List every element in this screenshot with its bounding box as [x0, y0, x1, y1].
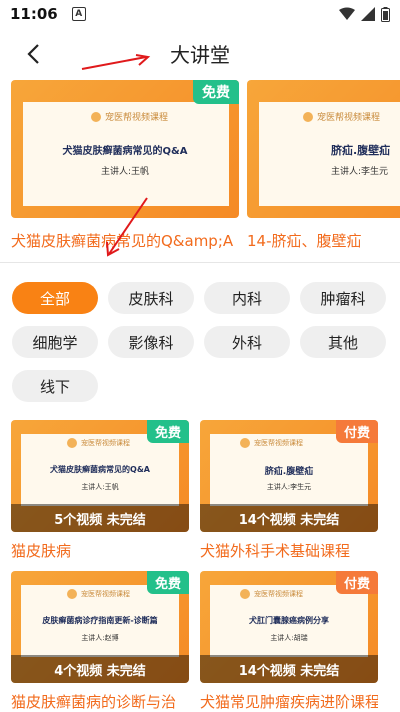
banner-thumbnail: 宠医帮视频课程 脐疝.腹壁疝 主讲人:李生元	[247, 80, 400, 218]
video-count-status: 14个视频 未完结	[200, 655, 378, 683]
video-count-status: 5个视频 未完结	[11, 504, 189, 532]
course-title: 犬猫常见肿瘤疾病进阶课程	[200, 693, 378, 711]
course-card[interactable]: 宠医帮视频课程 皮肤癣菌病诊疗指南更新-诊断篇 主讲人:赵博 免费 4个视频 未…	[11, 571, 189, 712]
annotation-arrow-icon	[106, 197, 148, 257]
status-bar: 11:06 A	[0, 0, 400, 28]
course-thumbnail: 宠医帮视频课程 犬猫皮肤癣菌病常见的Q&A 主讲人:王帆 免费 5个视频 未完结	[11, 420, 189, 532]
video-count-status: 4个视频 未完结	[11, 655, 189, 683]
thumb-heading: 皮肤癣菌病诊疗指南更新-诊断篇	[42, 616, 158, 625]
course-title: 犬猫外科手术基础课程	[200, 542, 351, 560]
filter-chip-imaging[interactable]: 影像科	[108, 326, 194, 358]
page-header: 大讲堂	[0, 28, 400, 78]
filter-chip-cytology[interactable]: 细胞学	[12, 326, 98, 358]
filter-chip-other[interactable]: 其他	[300, 326, 386, 358]
course-logo: 宠医帮视频课程	[303, 110, 380, 123]
filter-chip-oncology[interactable]: 肿瘤科	[300, 282, 386, 314]
course-title: 猫皮肤癣菌病的诊断与治	[11, 693, 177, 711]
filter-chip-internal-medicine[interactable]: 内科	[204, 282, 290, 314]
course-thumbnail: 宠医帮视频课程 皮肤癣菌病诊疗指南更新-诊断篇 主讲人:赵博 免费 4个视频 未…	[11, 571, 189, 683]
thumb-speaker: 主讲人:李生元	[331, 167, 389, 177]
thumb-heading: 犬肛门囊腺癌病例分享	[249, 616, 329, 625]
course-card[interactable]: 宠医帮视频课程 犬猫皮肤癣菌病常见的Q&A 主讲人:王帆 免费 5个视频 未完结…	[11, 420, 189, 561]
filter-chip-surgery[interactable]: 外科	[204, 326, 290, 358]
thumb-heading: 脐疝.腹壁疝	[264, 467, 314, 477]
signal-icon	[361, 7, 375, 21]
thumb-heading: 脐疝.腹壁疝	[331, 144, 391, 157]
course-card[interactable]: 宠医帮视频课程 脐疝.腹壁疝 主讲人:李生元 付费 14个视频 未完结 犬猫外科…	[200, 420, 378, 561]
paid-badge: 付费	[335, 571, 378, 594]
annotation-arrow-icon	[81, 54, 151, 70]
divider	[0, 262, 400, 263]
course-logo: 宠医帮视频课程	[91, 110, 168, 123]
banner-title: 14-脐疝、腹壁疝	[247, 232, 362, 250]
course-title: 猫皮肤病	[11, 542, 72, 560]
banner-carousel[interactable]: 宠医帮视频课程 犬猫皮肤癣菌病常见的Q&A 主讲人:王帆 免费 犬猫皮肤癣菌病常…	[0, 80, 400, 255]
course-logo: 宠医帮视频课程	[67, 589, 130, 599]
thumb-speaker: 主讲人:李生元	[266, 483, 312, 491]
course-thumbnail: 宠医帮视频课程 犬肛门囊腺癌病例分享 主讲人:胡瑞 付费 14个视频 未完结	[200, 571, 378, 683]
status-time: 11:06	[10, 5, 58, 23]
chevron-left-icon	[27, 44, 39, 64]
filter-chip-dermatology[interactable]: 皮肤科	[108, 282, 194, 314]
course-logo: 宠医帮视频课程	[240, 438, 303, 448]
thumb-speaker: 主讲人:胡瑞	[270, 634, 308, 642]
free-badge: 免费	[193, 80, 239, 104]
status-icons	[339, 6, 390, 22]
paid-badge: 付费	[335, 420, 378, 443]
filter-chip-offline[interactable]: 线下	[12, 370, 98, 402]
back-button[interactable]	[18, 40, 48, 68]
thumb-speaker: 主讲人:王帆	[81, 483, 119, 491]
thumb-speaker: 主讲人:王帆	[100, 167, 150, 177]
course-logo: 宠医帮视频课程	[240, 589, 303, 599]
wifi-icon	[339, 7, 355, 20]
free-badge: 免费	[146, 571, 189, 594]
thumb-heading: 犬猫皮肤癣菌病常见的Q&A	[62, 146, 188, 157]
banner-card[interactable]: 宠医帮视频课程 脐疝.腹壁疝 主讲人:李生元 14-脐疝、腹壁疝	[247, 80, 400, 251]
course-card[interactable]: 宠医帮视频课程 犬肛门囊腺癌病例分享 主讲人:胡瑞 付费 14个视频 未完结 犬…	[200, 571, 378, 712]
battery-icon	[381, 6, 390, 22]
video-count-status: 14个视频 未完结	[200, 504, 378, 532]
thumb-speaker: 主讲人:赵博	[81, 634, 119, 642]
thumb-heading: 犬猫皮肤癣菌病常见的Q&A	[50, 465, 150, 474]
course-thumbnail: 宠医帮视频课程 脐疝.腹壁疝 主讲人:李生元 付费 14个视频 未完结	[200, 420, 378, 532]
page-title: 大讲堂	[170, 42, 230, 67]
notification-a-icon: A	[71, 7, 86, 21]
course-logo: 宠医帮视频课程	[67, 438, 130, 448]
filter-chip-all[interactable]: 全部	[12, 282, 98, 314]
free-badge: 免费	[146, 420, 189, 443]
